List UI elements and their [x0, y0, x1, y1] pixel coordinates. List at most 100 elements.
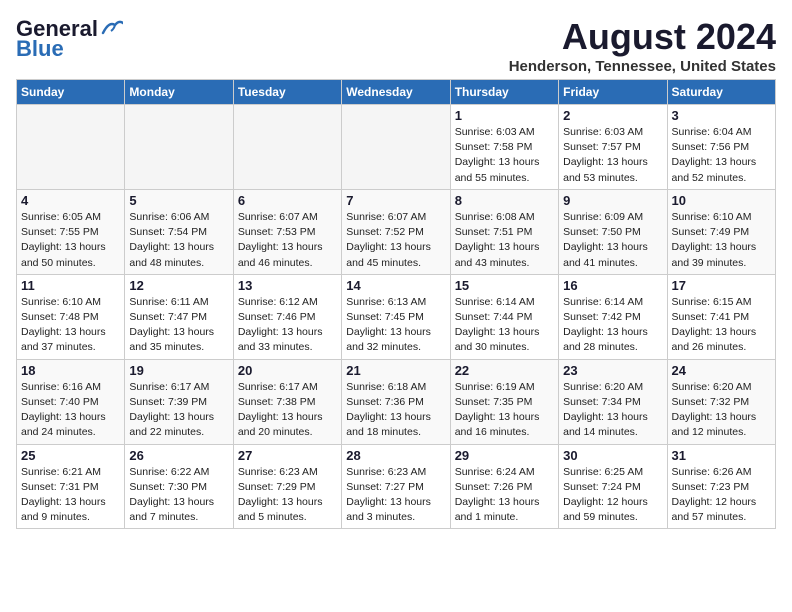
calendar-cell: 26 Sunrise: 6:22 AM Sunset: 7:30 PM Dayli…: [125, 444, 233, 529]
day-number: 20: [238, 363, 337, 378]
day-number: 31: [672, 448, 771, 463]
calendar-cell: 20 Sunrise: 6:17 AM Sunset: 7:38 PM Dayli…: [233, 359, 341, 444]
day-info: Sunrise: 6:13 AM Sunset: 7:45 PM Dayligh…: [346, 295, 445, 356]
col-header-monday: Monday: [125, 80, 233, 105]
day-info: Sunrise: 6:10 AM Sunset: 7:49 PM Dayligh…: [672, 210, 771, 271]
calendar-cell: 14 Sunrise: 6:13 AM Sunset: 7:45 PM Dayli…: [342, 274, 450, 359]
day-info: Sunrise: 6:21 AM Sunset: 7:31 PM Dayligh…: [21, 465, 120, 526]
logo-bird-icon: [101, 19, 123, 35]
day-number: 22: [455, 363, 554, 378]
day-number: 13: [238, 278, 337, 293]
day-number: 1: [455, 108, 554, 123]
day-number: 23: [563, 363, 662, 378]
calendar-cell: 4Sunrise: 6:05 AM Sunset: 7:55 PM Daylig…: [17, 189, 125, 274]
day-info: Sunrise: 6:23 AM Sunset: 7:29 PM Dayligh…: [238, 465, 337, 526]
day-info: Sunrise: 6:07 AM Sunset: 7:53 PM Dayligh…: [238, 210, 337, 271]
day-number: 25: [21, 448, 120, 463]
day-info: Sunrise: 6:14 AM Sunset: 7:44 PM Dayligh…: [455, 295, 554, 356]
day-number: 3: [672, 108, 771, 123]
calendar-cell: 10 Sunrise: 6:10 AM Sunset: 7:49 PM Dayli…: [667, 189, 775, 274]
calendar-cell: 11 Sunrise: 6:10 AM Sunset: 7:48 PM Dayli…: [17, 274, 125, 359]
calendar-cell: [125, 105, 233, 190]
day-number: 18: [21, 363, 120, 378]
day-number: 11: [21, 278, 120, 293]
day-info: Sunrise: 6:22 AM Sunset: 7:30 PM Dayligh…: [129, 465, 228, 526]
day-number: 12: [129, 278, 228, 293]
day-info: Sunrise: 6:15 AM Sunset: 7:41 PM Dayligh…: [672, 295, 771, 356]
page-header: General Blue August 2024 Henderson, Tenn…: [16, 16, 776, 75]
calendar-cell: 30 Sunrise: 6:25 AM Sunset: 7:24 PM Dayli…: [559, 444, 667, 529]
col-header-friday: Friday: [559, 80, 667, 105]
calendar-cell: 18Sunrise: 6:16 AM Sunset: 7:40 PM Dayli…: [17, 359, 125, 444]
calendar-cell: 1 Sunrise: 6:03 AM Sunset: 7:58 PM Daylig…: [450, 105, 558, 190]
calendar-cell: 19 Sunrise: 6:17 AM Sunset: 7:39 PM Dayli…: [125, 359, 233, 444]
calendar-cell: 21 Sunrise: 6:18 AM Sunset: 7:36 PM Dayli…: [342, 359, 450, 444]
day-info: Sunrise: 6:06 AM Sunset: 7:54 PM Dayligh…: [129, 210, 228, 271]
day-info: Sunrise: 6:17 AM Sunset: 7:38 PM Dayligh…: [238, 380, 337, 441]
day-info: Sunrise: 6:24 AM Sunset: 7:26 PM Dayligh…: [455, 465, 554, 526]
col-header-thursday: Thursday: [450, 80, 558, 105]
day-number: 5: [129, 193, 228, 208]
day-number: 30: [563, 448, 662, 463]
day-number: 27: [238, 448, 337, 463]
col-header-tuesday: Tuesday: [233, 80, 341, 105]
calendar-cell: 17 Sunrise: 6:15 AM Sunset: 7:41 PM Dayli…: [667, 274, 775, 359]
day-info: Sunrise: 6:26 AM Sunset: 7:23 PM Dayligh…: [672, 465, 771, 526]
day-info: Sunrise: 6:09 AM Sunset: 7:50 PM Dayligh…: [563, 210, 662, 271]
day-number: 7: [346, 193, 445, 208]
calendar-cell: 8 Sunrise: 6:08 AM Sunset: 7:51 PM Daylig…: [450, 189, 558, 274]
day-info: Sunrise: 6:20 AM Sunset: 7:32 PM Dayligh…: [672, 380, 771, 441]
calendar-cell: [342, 105, 450, 190]
calendar-header-row: SundayMondayTuesdayWednesdayThursdayFrid…: [17, 80, 776, 105]
day-info: Sunrise: 6:17 AM Sunset: 7:39 PM Dayligh…: [129, 380, 228, 441]
day-number: 26: [129, 448, 228, 463]
calendar-cell: 3 Sunrise: 6:04 AM Sunset: 7:56 PM Daylig…: [667, 105, 775, 190]
calendar-cell: 28Sunrise: 6:23 AM Sunset: 7:27 PM Dayli…: [342, 444, 450, 529]
day-number: 29: [455, 448, 554, 463]
day-number: 10: [672, 193, 771, 208]
day-info: Sunrise: 6:04 AM Sunset: 7:56 PM Dayligh…: [672, 125, 771, 186]
col-header-wednesday: Wednesday: [342, 80, 450, 105]
day-number: 17: [672, 278, 771, 293]
calendar-cell: [233, 105, 341, 190]
calendar-week-2: 4Sunrise: 6:05 AM Sunset: 7:55 PM Daylig…: [17, 189, 776, 274]
calendar-cell: 16Sunrise: 6:14 AM Sunset: 7:42 PM Dayli…: [559, 274, 667, 359]
calendar-cell: 15 Sunrise: 6:14 AM Sunset: 7:44 PM Dayli…: [450, 274, 558, 359]
day-number: 28: [346, 448, 445, 463]
day-info: Sunrise: 6:18 AM Sunset: 7:36 PM Dayligh…: [346, 380, 445, 441]
day-number: 15: [455, 278, 554, 293]
calendar-cell: 29 Sunrise: 6:24 AM Sunset: 7:26 PM Dayli…: [450, 444, 558, 529]
col-header-saturday: Saturday: [667, 80, 775, 105]
day-info: Sunrise: 6:25 AM Sunset: 7:24 PM Dayligh…: [563, 465, 662, 526]
calendar-cell: 22 Sunrise: 6:19 AM Sunset: 7:35 PM Dayli…: [450, 359, 558, 444]
day-info: Sunrise: 6:19 AM Sunset: 7:35 PM Dayligh…: [455, 380, 554, 441]
calendar-cell: 23 Sunrise: 6:20 AM Sunset: 7:34 PM Dayli…: [559, 359, 667, 444]
calendar-cell: 31 Sunrise: 6:26 AM Sunset: 7:23 PM Dayli…: [667, 444, 775, 529]
day-number: 4: [21, 193, 120, 208]
day-number: 2: [563, 108, 662, 123]
day-number: 24: [672, 363, 771, 378]
calendar-cell: 27 Sunrise: 6:23 AM Sunset: 7:29 PM Dayli…: [233, 444, 341, 529]
title-block: August 2024 Henderson, Tennessee, United…: [509, 16, 776, 75]
calendar-week-3: 11 Sunrise: 6:10 AM Sunset: 7:48 PM Dayli…: [17, 274, 776, 359]
calendar-cell: 25 Sunrise: 6:21 AM Sunset: 7:31 PM Dayli…: [17, 444, 125, 529]
day-info: Sunrise: 6:20 AM Sunset: 7:34 PM Dayligh…: [563, 380, 662, 441]
day-info: Sunrise: 6:03 AM Sunset: 7:58 PM Dayligh…: [455, 125, 554, 186]
day-number: 6: [238, 193, 337, 208]
calendar-week-5: 25 Sunrise: 6:21 AM Sunset: 7:31 PM Dayli…: [17, 444, 776, 529]
calendar-cell: 9 Sunrise: 6:09 AM Sunset: 7:50 PM Daylig…: [559, 189, 667, 274]
day-number: 8: [455, 193, 554, 208]
day-number: 19: [129, 363, 228, 378]
day-info: Sunrise: 6:10 AM Sunset: 7:48 PM Dayligh…: [21, 295, 120, 356]
day-info: Sunrise: 6:08 AM Sunset: 7:51 PM Dayligh…: [455, 210, 554, 271]
day-number: 14: [346, 278, 445, 293]
col-header-sunday: Sunday: [17, 80, 125, 105]
day-info: Sunrise: 6:14 AM Sunset: 7:42 PM Dayligh…: [563, 295, 662, 356]
location-subtitle: Henderson, Tennessee, United States: [509, 58, 776, 75]
day-info: Sunrise: 6:07 AM Sunset: 7:52 PM Dayligh…: [346, 210, 445, 271]
logo-blue: Blue: [16, 36, 64, 62]
calendar-cell: [17, 105, 125, 190]
day-number: 21: [346, 363, 445, 378]
day-number: 9: [563, 193, 662, 208]
day-info: Sunrise: 6:11 AM Sunset: 7:47 PM Dayligh…: [129, 295, 228, 356]
